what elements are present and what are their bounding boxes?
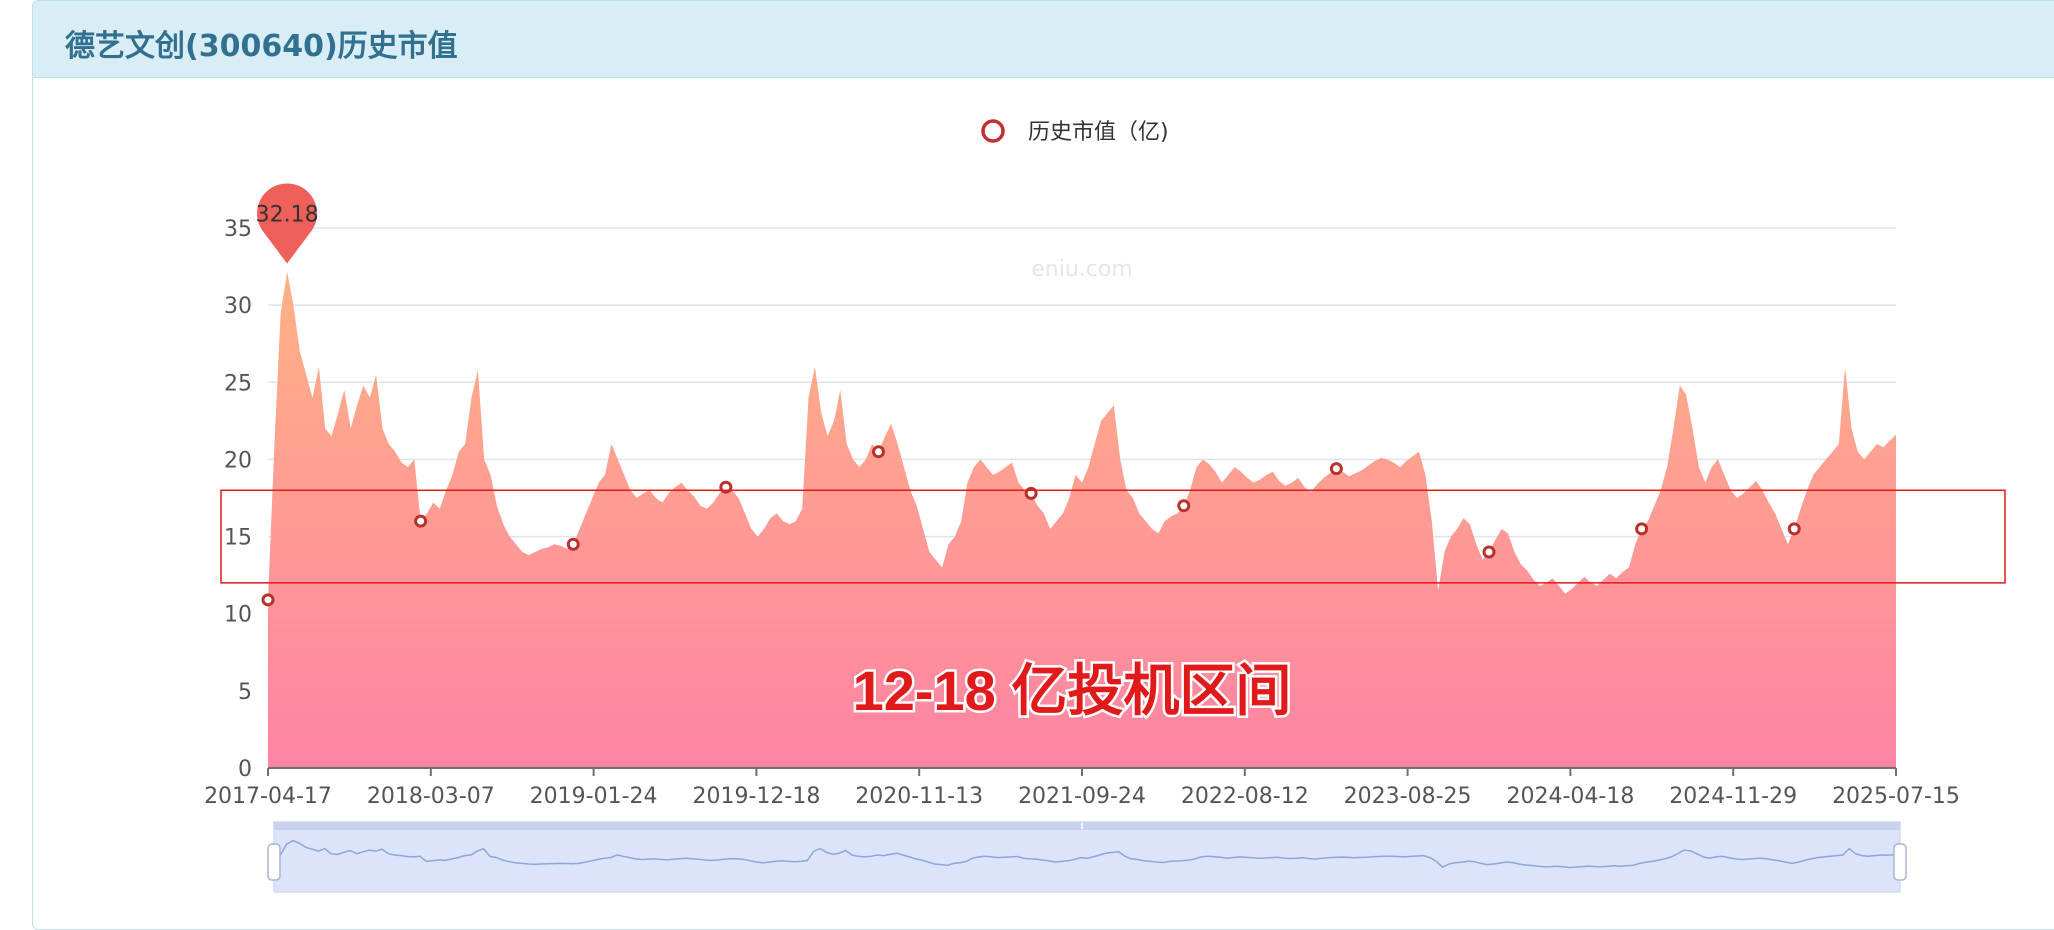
y-tick-label: 25: [224, 371, 252, 396]
data-point-marker[interactable]: [414, 514, 428, 528]
y-tick-label: 35: [224, 217, 252, 242]
x-tick-label: 2024-04-18: [1506, 784, 1634, 809]
x-tick-label: 2019-12-18: [692, 784, 820, 809]
data-point-marker[interactable]: [1635, 522, 1649, 536]
max-value-pin[interactable]: 32.18: [256, 183, 319, 264]
y-tick-label: 5: [238, 680, 252, 705]
datazoom-slider[interactable]: [267, 821, 1907, 893]
x-tick-label: 2024-11-29: [1669, 784, 1797, 809]
y-tick-label: 15: [224, 526, 252, 551]
datazoom-track: [273, 821, 1901, 893]
watermark-text: eniu.com: [1031, 257, 1133, 282]
x-tick-label: 2019-01-24: [530, 784, 658, 809]
datazoom-handle-right[interactable]: [1893, 843, 1907, 881]
x-tick-label: 2023-08-25: [1344, 784, 1472, 809]
max-pin-label: 32.18: [256, 203, 319, 228]
x-tick-label: 2021-09-24: [1018, 784, 1146, 809]
market-cap-chart: 0 5 10 15 20 25 30 35 eniu.com 历史市值（亿) 2017-04-…: [204, 119, 2006, 893]
x-tick-label: 2018-03-07: [367, 784, 495, 809]
legend-symbol[interactable]: [981, 119, 1005, 143]
y-tick-label: 10: [224, 603, 252, 628]
datazoom-handle-left[interactable]: [267, 843, 281, 881]
y-tick-label: 30: [224, 294, 252, 319]
data-point-marker[interactable]: [566, 537, 580, 551]
datazoom-top-bar: [274, 822, 1900, 830]
data-point-marker[interactable]: [1329, 462, 1343, 476]
x-tick-label: 2020-11-13: [855, 784, 983, 809]
data-point-marker[interactable]: [1482, 545, 1496, 559]
y-tick-label: 0: [238, 757, 252, 782]
legend[interactable]: 历史市值（亿): [981, 119, 1169, 145]
x-tick-label: 2022-08-12: [1181, 784, 1309, 809]
x-tick-label: 2025-07-15: [1832, 784, 1960, 809]
data-point-marker[interactable]: [261, 593, 275, 607]
data-point-marker[interactable]: [872, 445, 885, 459]
axis-layer: 2017-04-17 2018-03-07 2019-01-24 2019-12-18…: [204, 767, 1960, 809]
y-tick-label: 20: [224, 448, 252, 473]
data-point-marker[interactable]: [1787, 522, 1801, 536]
speculation-range-label: 12-18 亿投机区间: [853, 659, 1292, 722]
x-tick-label: 2017-04-17: [204, 784, 332, 809]
data-point-marker[interactable]: [1177, 499, 1191, 513]
legend-label[interactable]: 历史市值（亿): [1028, 120, 1169, 145]
